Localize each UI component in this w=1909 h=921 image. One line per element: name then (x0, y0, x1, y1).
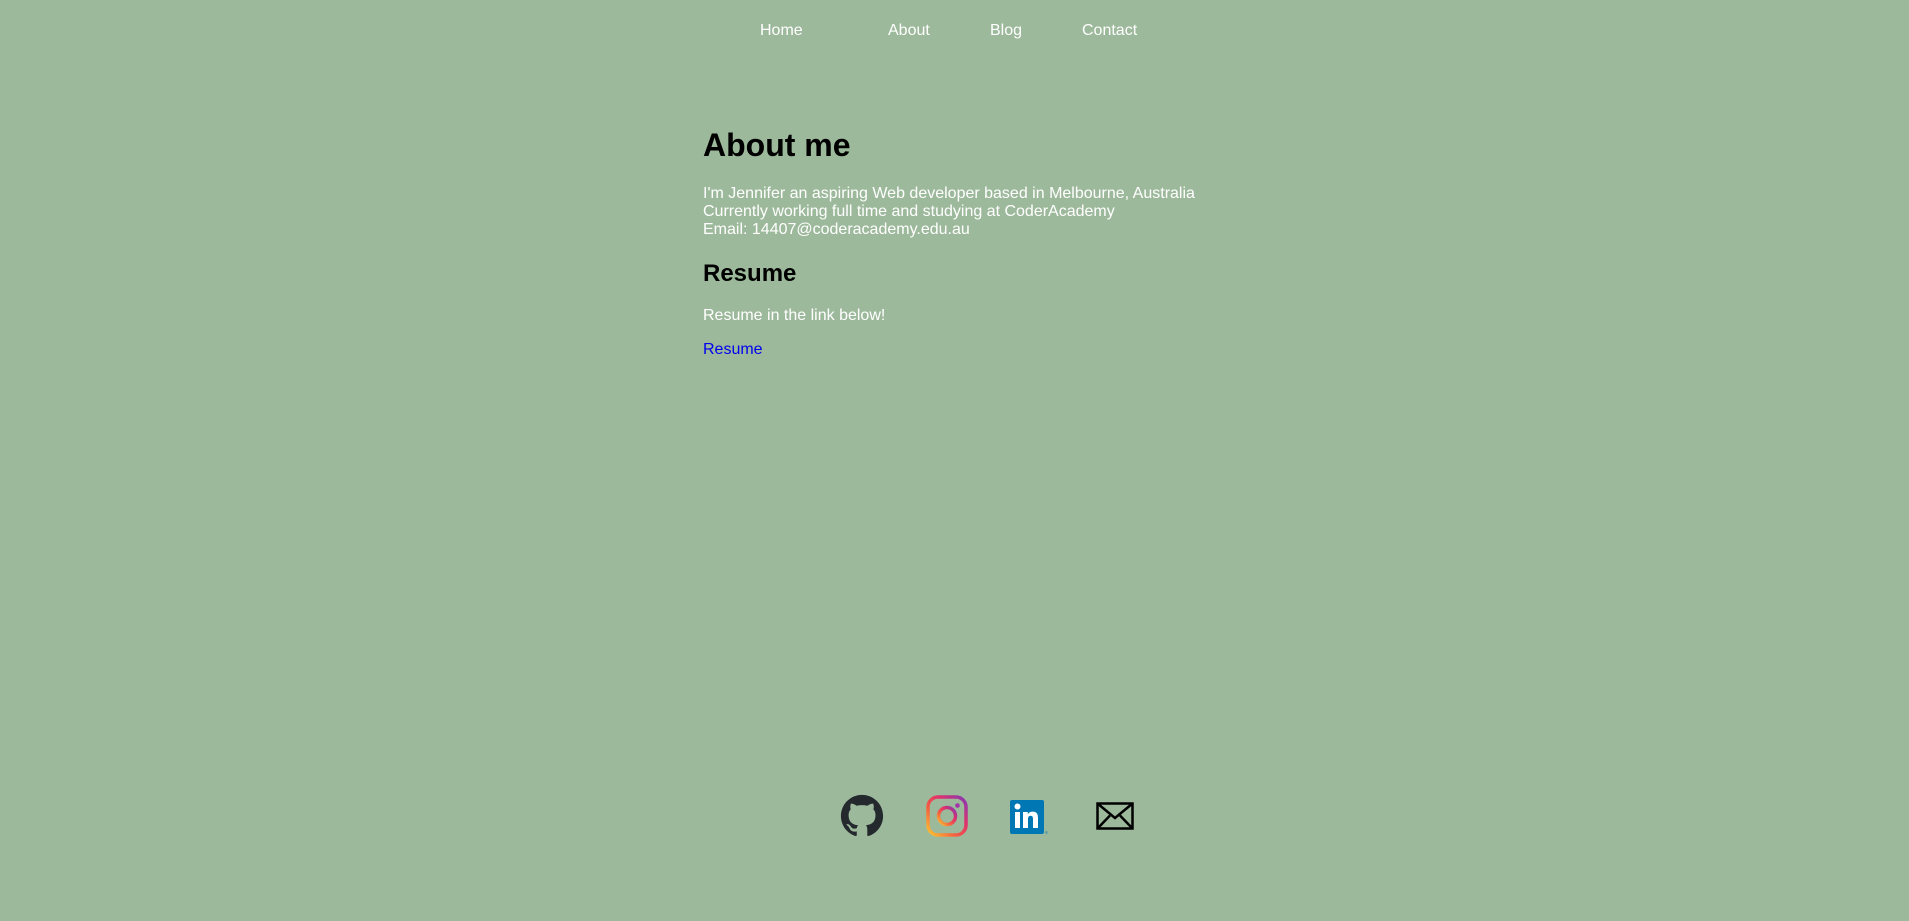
nav-contact-link[interactable]: Contact (1082, 21, 1137, 41)
linkedin-link[interactable]: ® (1007, 794, 1051, 838)
email-link[interactable] (1094, 794, 1138, 838)
bio-email: Email: 14407@coderacademy.edu.au (703, 221, 970, 238)
bio-intro: I'm Jennifer an aspiring Web developer b… (703, 185, 1195, 202)
nav-about-link[interactable]: About (888, 21, 930, 41)
bio: I'm Jennifer an aspiring Web developer b… (703, 185, 1263, 239)
github-link[interactable] (840, 794, 884, 838)
nav-home-link[interactable]: Home (760, 21, 803, 41)
resume-heading: Resume (703, 260, 797, 287)
social-footer: ® (0, 794, 1909, 838)
resume-link[interactable]: Resume (703, 341, 763, 359)
nav-blog-link[interactable]: Blog (990, 21, 1022, 41)
page-title: About me (703, 127, 851, 163)
email-icon (1096, 802, 1134, 830)
github-icon (840, 794, 884, 837)
main-content: About me I'm Jennifer an aspiring Web de… (703, 124, 1263, 359)
linkedin-icon: ® (1010, 800, 1048, 835)
instagram-icon (926, 795, 968, 837)
instagram-link[interactable] (925, 794, 969, 838)
bio-work: Currently working full time and studying… (703, 203, 1115, 220)
svg-text:®: ® (1045, 830, 1048, 835)
resume-text: Resume in the link below! (703, 307, 886, 324)
top-nav: Home About Blog Contact (0, 21, 1909, 41)
